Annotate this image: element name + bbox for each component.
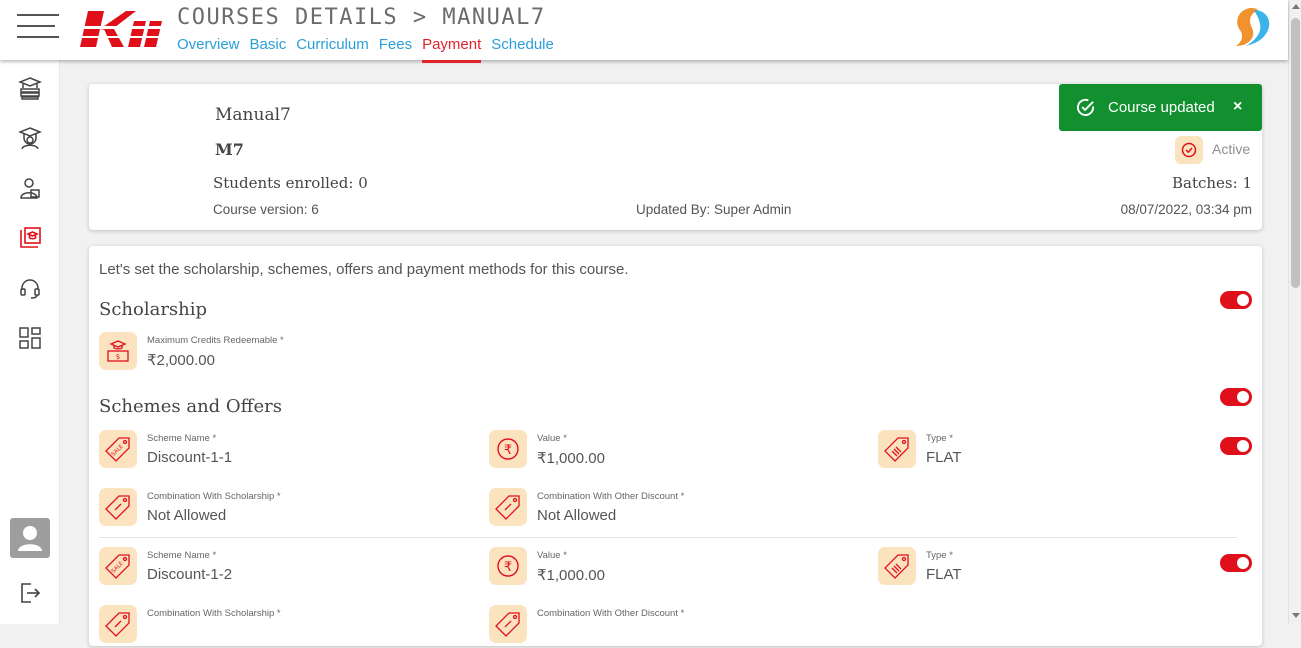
course-code: M7: [215, 140, 244, 159]
max-credits-value: ₹2,000.00: [147, 352, 215, 369]
logout-icon[interactable]: [18, 581, 42, 605]
scheme-value: ₹1,000.00: [537, 567, 605, 584]
combo-other-label: Combination With Other Discount *: [537, 491, 685, 502]
schemes-toggle[interactable]: [1220, 388, 1252, 406]
svg-text:SALE: SALE: [111, 443, 125, 457]
combo-other-value: Not Allowed: [537, 507, 617, 524]
sale-tag-icon: SALE: [99, 430, 137, 468]
check-circle-icon: [1077, 98, 1095, 116]
tab-schedule[interactable]: Schedule: [491, 36, 554, 63]
price-tag-icon: [878, 547, 916, 585]
books-icon[interactable]: [17, 76, 43, 100]
scheme-value-label: Value *: [537, 433, 567, 444]
tag-icon: [99, 488, 137, 526]
combo-scholarship-label: Combination With Scholarship *: [147, 491, 281, 502]
status-badge: Active: [1212, 141, 1251, 157]
tag-icon: [489, 488, 527, 526]
batches-count: Batches: 1: [1172, 174, 1252, 192]
course-book-icon[interactable]: [18, 226, 42, 250]
schemes-title: Schemes and Offers: [99, 396, 282, 417]
sidebar: [0, 60, 60, 624]
top-bar: COURSES DETAILS > MANUAL7 Overview Basic…: [0, 0, 1288, 63]
scheme-divider: [99, 537, 1237, 538]
course-name: Manual7: [215, 105, 291, 125]
avatar[interactable]: [10, 518, 50, 558]
brand-mark-icon: [1230, 6, 1274, 53]
scheme-name-label: Scheme Name *: [147, 433, 217, 444]
scholarship-toggle[interactable]: [1220, 291, 1252, 309]
scholarship-title: Scholarship: [99, 299, 208, 320]
tag-icon: [489, 605, 527, 643]
tab-fees[interactable]: Fees: [379, 36, 412, 63]
updated-at: 08/07/2022, 03:34 pm: [1120, 202, 1252, 217]
page-scrollbar[interactable]: [1288, 0, 1301, 624]
kii-logo[interactable]: [76, 9, 164, 54]
rupee-icon: ₹: [489, 430, 527, 468]
scheme-name-value: Discount-1-2: [147, 566, 233, 583]
svg-text:SALE: SALE: [111, 560, 125, 574]
scheme-1-toggle[interactable]: [1220, 437, 1252, 455]
user-card-icon[interactable]: [18, 176, 42, 200]
headset-icon[interactable]: [18, 276, 42, 300]
page-title: COURSES DETAILS > MANUAL7: [177, 5, 546, 30]
tag-icon: [99, 605, 137, 643]
graduate-icon[interactable]: [17, 126, 43, 150]
price-tag-icon: [878, 430, 916, 468]
toast-notification: Course updated ×: [1059, 84, 1262, 131]
course-tabs: Overview Basic Curriculum Fees Payment S…: [177, 36, 554, 63]
scheme-name-value: Discount-1-1: [147, 449, 233, 466]
scheme-value-label: Value *: [537, 550, 567, 561]
active-status-icon: [1175, 136, 1203, 164]
scheme-type-label: Type *: [926, 433, 953, 444]
svg-text:₹: ₹: [504, 560, 512, 575]
rupee-icon: ₹: [489, 547, 527, 585]
scheme-2-toggle[interactable]: [1220, 554, 1252, 572]
scheme-type-value: FLAT: [926, 449, 962, 466]
toast-close-button[interactable]: ×: [1233, 98, 1242, 116]
tab-curriculum[interactable]: Curriculum: [296, 36, 369, 63]
students-enrolled: Students enrolled: 0: [213, 174, 368, 192]
tab-basic[interactable]: Basic: [250, 36, 287, 63]
max-credits-label: Maximum Credits Redeemable *: [147, 335, 284, 346]
combo-scholarship-value: Not Allowed: [147, 507, 227, 524]
grid-icon[interactable]: [18, 326, 42, 350]
combo-scholarship-label: Combination With Scholarship *: [147, 608, 281, 619]
tab-overview[interactable]: Overview: [177, 36, 240, 63]
tab-payment[interactable]: Payment: [422, 36, 482, 63]
scholarship-money-icon: $: [99, 332, 137, 370]
scheme-name-label: Scheme Name *: [147, 550, 217, 561]
svg-text:$: $: [116, 353, 120, 361]
svg-text:₹: ₹: [504, 443, 512, 458]
payment-settings-card: Let's set the scholarship, schemes, offe…: [89, 246, 1262, 646]
scrollbar-thumb[interactable]: [1291, 18, 1300, 288]
updated-by: Updated By: Super Admin: [636, 202, 792, 217]
scheme-type-value: FLAT: [926, 566, 962, 583]
scheme-type-label: Type *: [926, 550, 953, 561]
hamburger-menu-icon[interactable]: [17, 14, 59, 38]
course-version: Course version: 6: [213, 202, 319, 217]
sale-tag-icon: SALE: [99, 547, 137, 585]
scheme-value: ₹1,000.00: [537, 450, 605, 467]
payment-intro-text: Let's set the scholarship, schemes, offe…: [99, 261, 629, 278]
combo-other-label: Combination With Other Discount *: [537, 608, 685, 619]
toast-message: Course updated: [1108, 99, 1215, 116]
